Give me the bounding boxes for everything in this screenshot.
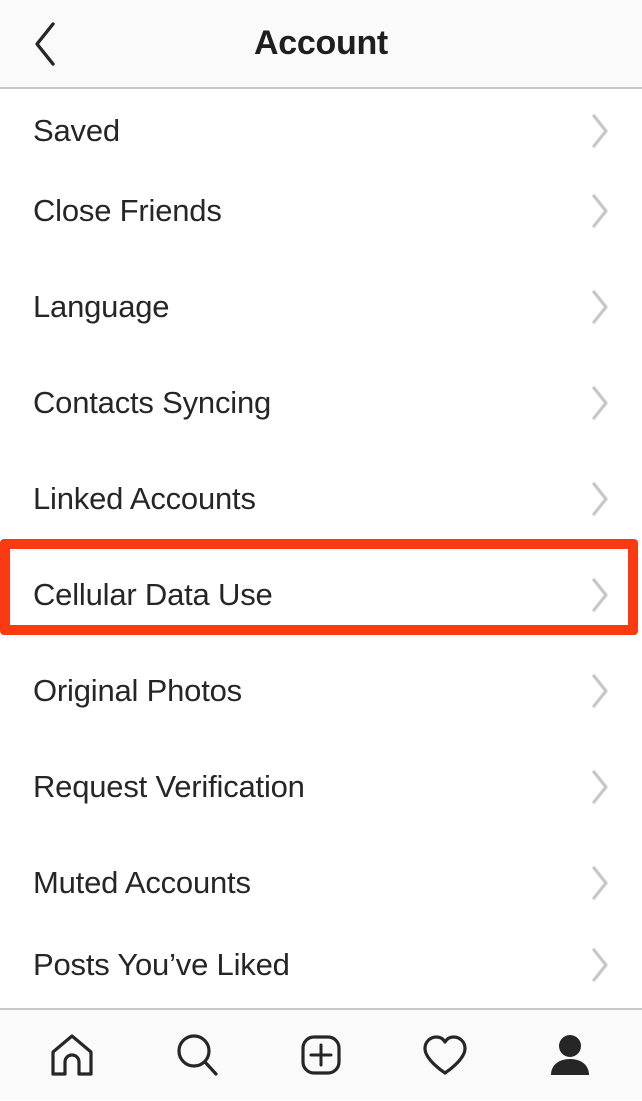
list-item-muted-accounts[interactable]: Muted Accounts [0,835,642,931]
nav-new-post-button[interactable] [273,1009,369,1101]
settings-list[interactable]: Saved Close Friends Language [0,89,642,1008]
list-item-language[interactable]: Language [0,259,642,355]
home-icon [46,1029,98,1081]
list-item-original-photos[interactable]: Original Photos [0,643,642,739]
list-item-label: Request Verification [33,769,305,805]
chevron-right-icon [585,865,615,901]
chevron-left-icon [30,20,60,68]
back-button[interactable] [18,0,72,87]
list-item-label: Language [33,289,169,325]
chevron-right-icon [585,113,615,149]
list-item-label: Close Friends [33,193,222,229]
page-title: Account [0,26,642,62]
chevron-right-icon [585,193,615,229]
chevron-right-icon [585,481,615,517]
list-item-request-verification[interactable]: Request Verification [0,739,642,835]
list-item-label: Original Photos [33,673,242,709]
chevron-right-icon [585,577,615,613]
chevron-right-icon [585,289,615,325]
profile-icon [544,1029,596,1081]
instagram-account-settings-screen: Account Saved Close Friends Language [0,0,642,1100]
list-item-label: Linked Accounts [33,481,256,517]
list-item-close-friends[interactable]: Close Friends [0,163,642,259]
list-item-contacts-syncing[interactable]: Contacts Syncing [0,355,642,451]
list-item-posts-youve-liked[interactable]: Posts You’ve Liked [0,931,642,1008]
list-item-linked-accounts[interactable]: Linked Accounts [0,451,642,547]
list-item-label: Posts You’ve Liked [33,947,290,983]
chevron-right-icon [585,385,615,421]
nav-search-button[interactable] [149,1009,245,1101]
chevron-right-icon [585,673,615,709]
search-icon [171,1029,223,1081]
list-item-label: Muted Accounts [33,865,251,901]
list-item-cellular-data-use[interactable]: Cellular Data Use [0,547,642,643]
nav-home-button[interactable] [24,1009,120,1101]
add-post-icon [295,1029,347,1081]
list-item-label: Cellular Data Use [33,577,273,613]
chevron-right-icon [585,947,615,983]
heart-icon [419,1029,471,1081]
nav-profile-button[interactable] [522,1009,618,1101]
nav-activity-button[interactable] [397,1009,493,1101]
list-item-label: Contacts Syncing [33,385,271,421]
chevron-right-icon [585,769,615,805]
list-item-label: Saved [33,113,120,149]
bottom-navigation-bar [0,1008,642,1100]
app-header: Account [0,0,642,89]
list-item-saved[interactable]: Saved [0,89,642,163]
